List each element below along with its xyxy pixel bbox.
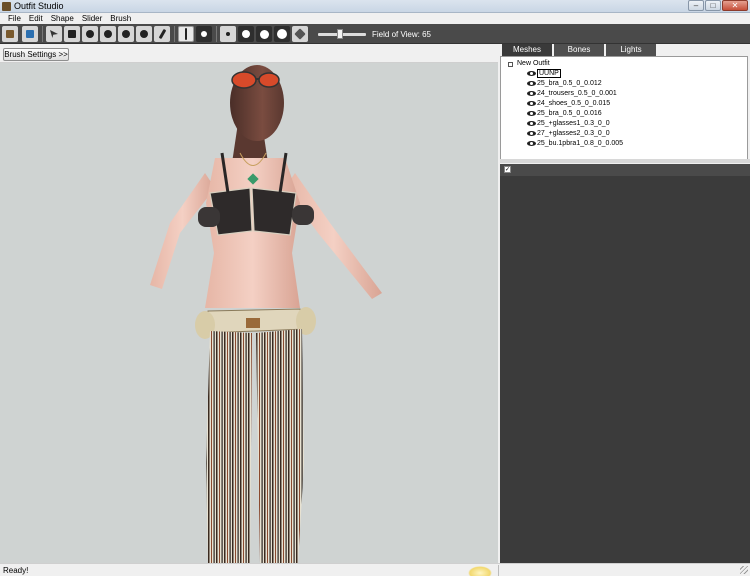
3d-viewport[interactable] bbox=[0, 63, 498, 563]
status-text: Ready! bbox=[3, 566, 29, 575]
maximize-button[interactable]: □ bbox=[705, 0, 721, 11]
dot-medium-icon[interactable] bbox=[238, 26, 254, 42]
menu-bar: File Edit Shape Slider Brush bbox=[0, 13, 750, 24]
tree-root[interactable]: New Outfit bbox=[501, 59, 741, 69]
fov-slider-thumb[interactable] bbox=[337, 29, 343, 39]
menu-brush[interactable]: Brush bbox=[106, 13, 135, 24]
brush-settings-bar: Brush Settings >> bbox=[0, 45, 498, 63]
weight-brush-icon[interactable] bbox=[154, 26, 170, 42]
panel-tabs: Meshes Bones Lights bbox=[502, 44, 658, 56]
toolbar-separator bbox=[42, 26, 43, 42]
tree-item-label: 25_bra_0.5_0_0.016 bbox=[537, 110, 602, 117]
menu-file[interactable]: File bbox=[4, 13, 25, 24]
mesh-tree: New Outfit UUNP 25_bra_0.5_0_0.012 24_tr… bbox=[500, 56, 748, 160]
slider-panel: ✓ bbox=[500, 164, 750, 563]
resize-grip-icon[interactable] bbox=[740, 566, 748, 574]
panel-splitter[interactable] bbox=[500, 159, 750, 163]
right-panel: Meshes Bones Lights New Outfit UUNP 25_b… bbox=[500, 44, 750, 563]
tree-item[interactable]: 24_trousers_0.5_0_0.001 bbox=[527, 89, 617, 99]
tree-item-label: UUNP bbox=[537, 69, 561, 78]
toolbar-separator bbox=[216, 26, 217, 42]
tab-bones[interactable]: Bones bbox=[554, 44, 604, 56]
tree-item[interactable]: 25_bra_0.5_0_0.016 bbox=[527, 109, 602, 119]
connected-only-icon[interactable] bbox=[196, 26, 212, 42]
tree-item-label: 24_trousers_0.5_0_0.001 bbox=[537, 90, 617, 97]
deflate-brush-icon[interactable] bbox=[100, 26, 116, 42]
visibility-eye-icon[interactable] bbox=[527, 140, 536, 146]
tree-item-label: 27_+glasses2_0.3_0_0 bbox=[537, 130, 610, 137]
title-bar: Outfit Studio – □ ✕ bbox=[0, 0, 750, 13]
tree-item[interactable]: 25_+glasses1_0.3_0_0 bbox=[527, 119, 610, 129]
visibility-eye-icon[interactable] bbox=[527, 80, 536, 86]
window-title: Outfit Studio bbox=[14, 1, 64, 11]
fov-label: Field of View: 65 bbox=[372, 30, 431, 39]
tree-item[interactable]: 24_shoes_0.5_0_0.015 bbox=[527, 99, 610, 109]
tab-lights[interactable]: Lights bbox=[606, 44, 656, 56]
tree-item[interactable]: 25_bra_0.5_0_0.012 bbox=[527, 79, 602, 89]
dot-small-icon[interactable] bbox=[220, 26, 236, 42]
brush-settings-button[interactable]: Brush Settings >> bbox=[3, 48, 69, 61]
menu-edit[interactable]: Edit bbox=[25, 13, 47, 24]
visibility-eye-icon[interactable] bbox=[527, 120, 536, 126]
visibility-eye-icon[interactable] bbox=[527, 90, 536, 96]
tab-meshes[interactable]: Meshes bbox=[502, 44, 552, 56]
character-model bbox=[150, 65, 382, 563]
inflate-brush-icon[interactable] bbox=[82, 26, 98, 42]
smooth-brush-icon[interactable] bbox=[136, 26, 152, 42]
slider-panel-header: ✓ bbox=[500, 164, 750, 176]
tree-item-label: 25_bu.1pbra1_0.8_0_0.005 bbox=[537, 140, 624, 147]
tree-item-label: 25_+glasses1_0.3_0_0 bbox=[537, 120, 610, 127]
move-brush-icon[interactable] bbox=[118, 26, 134, 42]
menu-shape[interactable]: Shape bbox=[47, 13, 78, 24]
window-controls: – □ ✕ bbox=[687, 0, 748, 12]
tree-item[interactable]: 25_bu.1pbra1_0.8_0_0.005 bbox=[527, 139, 623, 149]
close-button[interactable]: ✕ bbox=[722, 0, 748, 11]
mask-brush-icon[interactable] bbox=[64, 26, 80, 42]
app-icon bbox=[2, 2, 11, 11]
dot-xlarge-icon[interactable] bbox=[274, 26, 290, 42]
import-icon[interactable] bbox=[22, 26, 38, 42]
toolbar: Field of View: 65 bbox=[0, 24, 750, 44]
tree-item[interactable]: UUNP bbox=[527, 69, 561, 79]
dot-large-icon[interactable] bbox=[256, 26, 272, 42]
visibility-eye-icon[interactable] bbox=[527, 110, 536, 116]
toolbar-separator bbox=[174, 26, 175, 42]
select-brush-icon[interactable] bbox=[46, 26, 62, 42]
status-bar: Ready! bbox=[0, 563, 750, 576]
menu-slider[interactable]: Slider bbox=[78, 13, 106, 24]
tree-item[interactable]: 27_+glasses2_0.3_0_0 bbox=[527, 129, 610, 139]
status-separator bbox=[498, 565, 499, 576]
tree-item-label: 25_bra_0.5_0_0.012 bbox=[537, 80, 602, 87]
visibility-eye-icon[interactable] bbox=[527, 100, 536, 106]
visibility-eye-icon[interactable] bbox=[527, 130, 536, 136]
tree-root-label: New Outfit bbox=[517, 60, 550, 67]
cube-shaded-icon[interactable] bbox=[292, 26, 308, 42]
save-project-icon[interactable] bbox=[2, 26, 18, 42]
collapse-icon[interactable] bbox=[508, 62, 513, 67]
cursor-glow bbox=[468, 566, 492, 576]
select-all-checkbox[interactable]: ✓ bbox=[504, 166, 511, 173]
tree-item-label: 24_shoes_0.5_0_0.015 bbox=[537, 100, 611, 107]
minimize-button[interactable]: – bbox=[688, 0, 704, 11]
visibility-eye-icon[interactable] bbox=[527, 70, 536, 76]
mirror-x-icon[interactable] bbox=[178, 26, 194, 42]
